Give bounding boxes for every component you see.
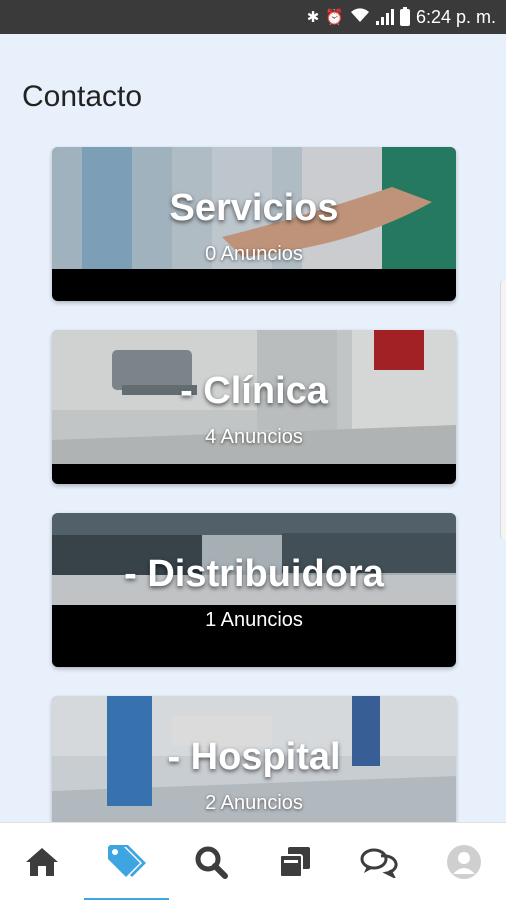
- page-title: Contacto: [22, 80, 143, 113]
- category-card-hospital[interactable]: - Hospital 2 Anuncios: [52, 696, 456, 822]
- nav-categories[interactable]: [84, 823, 169, 900]
- scroll-edge[interactable]: [500, 280, 506, 540]
- collection-icon: [279, 846, 311, 878]
- bottom-nav: [0, 822, 506, 900]
- card-title: - Clínica: [180, 370, 328, 412]
- card-count: 4 Anuncios: [205, 426, 303, 448]
- nav-chat[interactable]: [337, 823, 421, 900]
- nav-search[interactable]: [169, 823, 253, 900]
- battery-icon: [399, 6, 410, 26]
- card-title: Servicios: [169, 187, 339, 229]
- nav-profile[interactable]: [422, 823, 506, 900]
- card-count: 1 Anuncios: [205, 609, 303, 631]
- card-title: - Hospital: [167, 736, 341, 778]
- nav-collection[interactable]: [253, 823, 337, 900]
- search-icon: [195, 846, 228, 879]
- status-bar: ✱ ⏰ 6:24 p. m.: [0, 0, 506, 34]
- nav-home[interactable]: [0, 823, 84, 900]
- chat-icon: [360, 848, 399, 878]
- card-title: - Distribuidora: [124, 553, 384, 595]
- home-icon: [26, 847, 59, 876]
- card-count: 2 Anuncios: [205, 792, 303, 814]
- signal-icon: [375, 9, 394, 25]
- category-card-servicios[interactable]: Servicios 0 Anuncios: [52, 147, 456, 301]
- tag-icon: [108, 844, 147, 877]
- card-count: 0 Anuncios: [205, 243, 303, 265]
- profile-icon: [446, 844, 481, 879]
- wifi-icon: [350, 7, 370, 28]
- category-card-clinica[interactable]: - Clínica 4 Anuncios: [52, 330, 456, 484]
- bluetooth-icon: ✱: [306, 9, 320, 26]
- alarm-icon: ⏰: [325, 9, 344, 26]
- category-card-distribuidora[interactable]: - Distribuidora 1 Anuncios: [52, 513, 456, 667]
- status-time: 6:24 p. m.: [415, 6, 496, 27]
